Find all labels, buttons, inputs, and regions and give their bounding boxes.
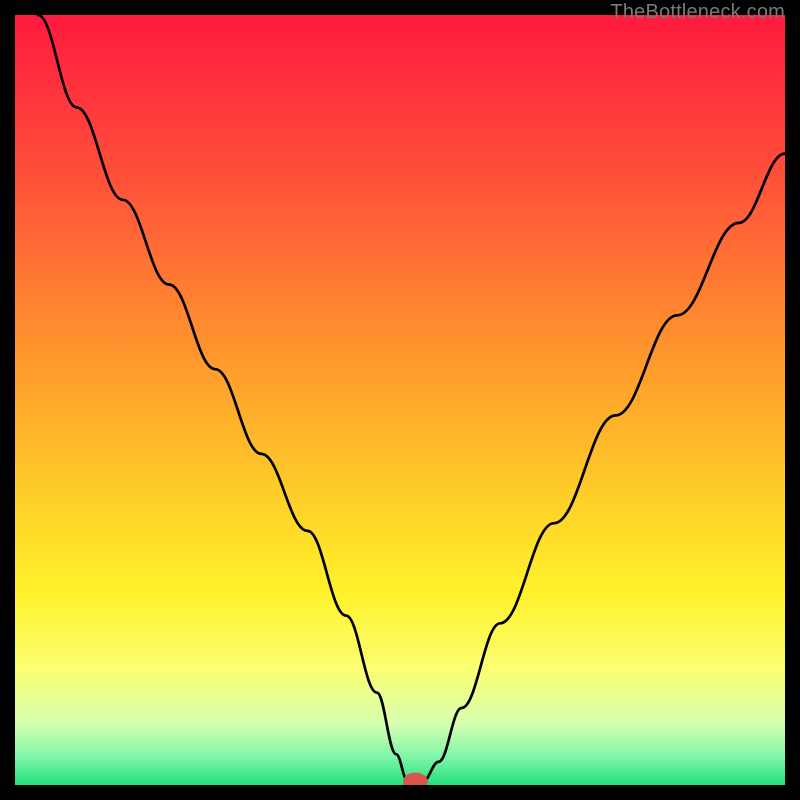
watermark-text: TheBottleneck.com — [610, 1, 785, 24]
chart-frame: TheBottleneck.com — [15, 15, 785, 785]
heatmap-background — [15, 15, 785, 785]
bottleneck-chart — [15, 15, 785, 785]
